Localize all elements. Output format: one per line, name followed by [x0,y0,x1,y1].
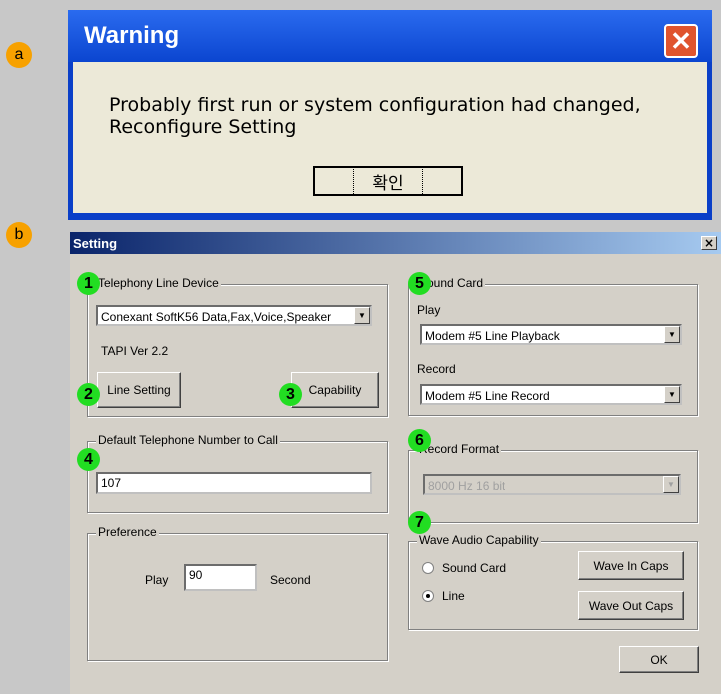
second-label: Second [270,573,311,587]
wave-audio-label: Wave Audio Capability [417,533,541,547]
warning-message-line2: Reconfigure Setting [109,116,297,138]
tapi-version: TAPI Ver 2.2 [101,344,169,358]
chevron-down-icon[interactable]: ▼ [354,307,370,324]
warning-ok-label: 확인 [353,166,423,196]
chevron-down-icon[interactable]: ▼ [664,326,680,343]
line-radio[interactable] [422,590,434,602]
setting-title: Setting [73,236,118,251]
telephony-device-value: Conexant SoftK56 Data,Fax,Voice,Speaker [101,310,332,324]
record-format-value: 8000 Hz 16 bit [428,479,506,493]
callout-7: 7 [408,511,431,534]
record-device-select[interactable]: Modem #5 Line Record ▼ [420,384,682,405]
callout-2: 2 [77,383,100,406]
default-number-input[interactable]: 107 [96,472,372,494]
callout-4: 4 [77,448,100,471]
warning-message-line1: Probably first run or system configurati… [109,94,641,116]
warning-body: Probably first run or system configurati… [73,62,707,213]
preference-label: Preference [96,525,159,539]
record-format-select: 8000 Hz 16 bit ▼ [423,474,681,495]
marker-b: b [6,222,32,248]
line-radio-label[interactable]: Line [442,589,465,603]
callout-5: 5 [408,272,431,295]
line-setting-button[interactable]: Line Setting [97,372,181,408]
default-number-label: Default Telephone Number to Call [96,433,280,447]
wave-out-caps-button[interactable]: Wave Out Caps [578,591,684,620]
warning-ok-button[interactable]: 확인 [313,166,463,196]
warning-close-button[interactable]: ✕ [664,24,698,58]
callout-1: 1 [77,272,100,295]
callout-6: 6 [408,429,431,452]
chevron-down-icon[interactable]: ▼ [664,386,680,403]
close-icon: × [703,236,715,250]
telephony-device-select[interactable]: Conexant SoftK56 Data,Fax,Voice,Speaker … [96,305,372,326]
record-device-value: Modem #5 Line Record [425,389,550,403]
telephony-line-device-label: Telephony Line Device [96,276,221,290]
preference-group: Preference [87,525,388,661]
callout-3: 3 [279,383,302,406]
warning-title-bar: Warning ✕ [68,10,712,62]
wave-in-caps-button[interactable]: Wave In Caps [578,551,684,580]
warning-title: Warning [84,22,180,49]
warning-message: Probably first run or system configurati… [109,94,641,138]
play-device-label: Play [417,303,441,317]
radio-selected-dot [426,594,430,598]
play-seconds-input[interactable]: 90 [184,564,257,591]
record-device-label: Record [417,362,456,376]
setting-close-button[interactable]: × [701,236,717,250]
marker-a: a [6,42,32,68]
play-device-select[interactable]: Modem #5 Line Playback ▼ [420,324,682,345]
play-device-value: Modem #5 Line Playback [425,329,560,343]
capability-button[interactable]: Capability [291,372,379,408]
play-label: Play [145,573,169,587]
chevron-down-icon: ▼ [663,476,679,493]
setting-dialog: Setting × Telephony Line Device Conexant… [70,232,721,694]
sound-card-radio-label[interactable]: Sound Card [442,561,506,575]
warning-dialog: Warning ✕ Probably first run or system c… [68,10,712,220]
close-icon: ✕ [670,25,692,56]
setting-title-bar: Setting × [70,232,721,254]
sound-card-radio[interactable] [422,562,434,574]
ok-button[interactable]: OK [619,646,699,673]
